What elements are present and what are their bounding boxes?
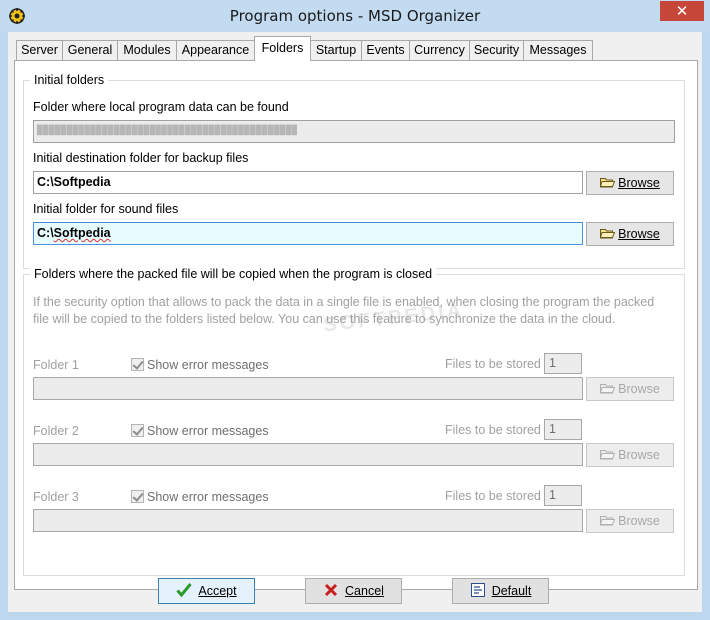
tab-events[interactable]: Events (361, 40, 410, 60)
x-icon (324, 583, 338, 597)
folder-icon (600, 229, 616, 239)
tab-security[interactable]: Security (469, 40, 524, 60)
title-bar: Program options - MSD Organizer ✕ (0, 0, 710, 32)
folder1-path-field[interactable] (33, 377, 583, 400)
sound-folder-field[interactable]: C:\Softpedia (33, 222, 583, 245)
backup-folder-label: Initial destination folder for backup fi… (33, 151, 249, 165)
sound-browse-button[interactable]: Browse (586, 222, 674, 246)
folder1-browse-button[interactable]: Browse (586, 377, 674, 401)
folder2-path-field[interactable] (33, 443, 583, 466)
folder-icon (600, 516, 616, 526)
tab-messages[interactable]: Messages (523, 40, 593, 60)
default-settings-icon (470, 583, 485, 597)
accept-button[interactable]: Accept (158, 578, 255, 604)
browse-label: Browse (618, 382, 660, 396)
browse-label: Browse (618, 448, 660, 462)
folder1-files-label: Files to be stored (445, 357, 541, 371)
backup-folder-field[interactable]: C:\Softpedia (33, 171, 583, 194)
folder3-label: Folder 3 (33, 490, 79, 504)
tab-currency[interactable]: Currency (409, 40, 470, 60)
folder2-show-errors-label: Show error messages (147, 424, 269, 438)
sound-folder-word: Softpedia (53, 226, 111, 240)
browse-label: Browse (618, 176, 660, 190)
browse-label: Browse (618, 514, 660, 528)
folder-icon (600, 384, 616, 394)
backup-browse-button[interactable]: Browse (586, 171, 674, 195)
folder-icon (600, 178, 616, 188)
folder3-path-field[interactable] (33, 509, 583, 532)
default-button[interactable]: Default (452, 578, 549, 604)
tab-modules[interactable]: Modules (117, 40, 177, 60)
sound-folder-prefix: C:\ (37, 226, 54, 240)
folder2-show-errors-checkbox[interactable] (131, 424, 144, 437)
folder2-files-label: Files to be stored (445, 423, 541, 437)
accept-label: Accept (198, 584, 237, 598)
initial-folders-title: Initial folders (30, 73, 109, 87)
tab-folders[interactable]: Folders (254, 36, 311, 61)
folder2-browse-button[interactable]: Browse (586, 443, 674, 467)
window-title: Program options - MSD Organizer (229, 7, 481, 25)
checkmark-icon (176, 583, 193, 598)
dialog-client: Server General Modules Appearance Folder… (8, 32, 702, 612)
folder3-files-spinner[interactable]: 1 (544, 485, 582, 506)
folder3-browse-button[interactable]: Browse (586, 509, 674, 533)
folder3-show-errors-checkbox[interactable] (131, 490, 144, 503)
folder2-label: Folder 2 (33, 424, 79, 438)
packed-folders-title: Folders where the packed file will be co… (30, 267, 437, 281)
close-button[interactable]: ✕ (660, 1, 704, 21)
tab-appearance[interactable]: Appearance (176, 40, 255, 60)
folder1-show-errors-label: Show error messages (147, 358, 269, 372)
cancel-label: Cancel (345, 584, 384, 598)
packed-description: If the security option that allows to pa… (33, 295, 655, 326)
folder1-files-spinner[interactable]: 1 (544, 353, 582, 374)
local-data-field: ████████████████████████████████████████… (33, 120, 675, 143)
tab-general[interactable]: General (62, 40, 118, 60)
folder3-show-errors-label: Show error messages (147, 490, 269, 504)
folder-icon (600, 450, 616, 460)
folder3-files-label: Files to be stored (445, 489, 541, 503)
browse-label: Browse (618, 227, 660, 241)
folder1-show-errors-checkbox[interactable] (131, 358, 144, 371)
tab-startup[interactable]: Startup (310, 40, 362, 60)
default-label: Default (491, 584, 532, 598)
cancel-button[interactable]: Cancel (305, 578, 402, 604)
tab-server[interactable]: Server (16, 40, 63, 60)
local-data-label: Folder where local program data can be f… (33, 100, 289, 114)
folder2-files-spinner[interactable]: 1 (544, 419, 582, 440)
folders-panel: SOFTPEDIA Initial folders Folder where l… (14, 60, 698, 590)
sound-folder-label: Initial folder for sound files (33, 202, 179, 216)
folder1-label: Folder 1 (33, 358, 79, 372)
